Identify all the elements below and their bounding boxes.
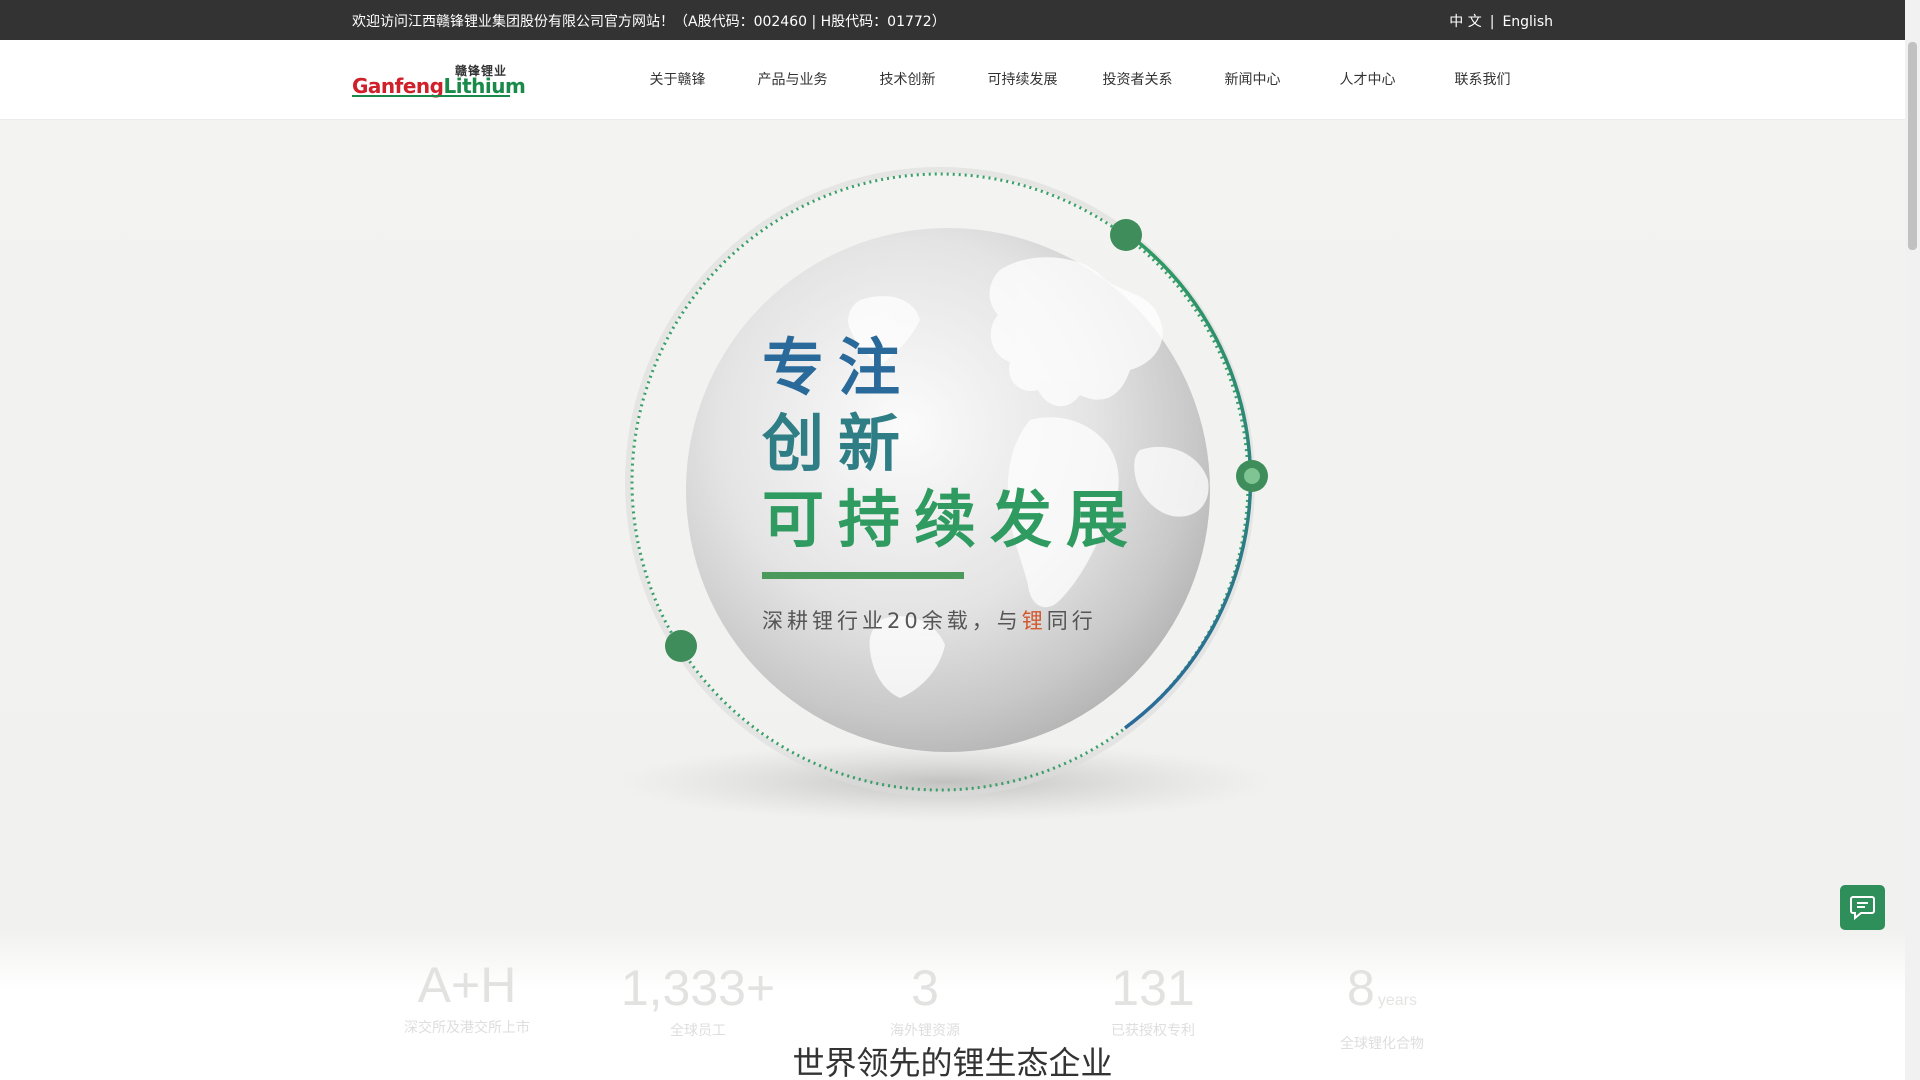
scrollbar-thumb[interactable]	[1908, 42, 1917, 250]
stat-label: 深交所及港交所上市	[404, 1020, 530, 1036]
ring-node-top	[1110, 219, 1142, 251]
nav-investors[interactable]: 投资者关系	[1080, 40, 1195, 120]
header: 赣锋锂业 GanfengLithium 关于赣锋 产品与业务 技术创新 可持续发…	[0, 40, 1905, 120]
stat-number-value: 8	[1347, 960, 1375, 1016]
stat-listing: A+H 深交所及港交所上市	[367, 955, 567, 1037]
stat-label: 全球员工	[670, 1023, 726, 1039]
slogan-line-focus: 专注	[762, 331, 915, 404]
slogan-subtitle-before: 深耕锂行业20余载，与	[762, 609, 1022, 633]
stat-number: 3	[911, 960, 939, 1016]
ganfeng-logo[interactable]: 赣锋锂业 GanfengLithium	[352, 62, 526, 98]
nav-about[interactable]: 关于赣锋	[620, 40, 735, 120]
stat-number-unit: years	[1377, 992, 1417, 1009]
stats-band: A+H 深交所及港交所上市 1,333+ 全球员工 3 海外锂资源 131 已获…	[0, 840, 1905, 1052]
globe-shadow	[615, 742, 1275, 822]
stat-number: A+H	[417, 957, 517, 1013]
nav-products[interactable]: 产品与业务	[735, 40, 850, 120]
hero-banner: 专注 创新 可持续发展 深耕锂行业20余载，与锂同行	[0, 120, 1905, 840]
page: 欢迎访问江西赣锋锂业集团股份有限公司官方网站！（A股代码：002460 | H股…	[0, 0, 1920, 1080]
ring-node-right-inner	[1244, 468, 1260, 484]
stat-label: 海外锂资源	[890, 1023, 960, 1039]
slogan-divider	[762, 572, 964, 579]
nav-technology[interactable]: 技术创新	[850, 40, 965, 120]
logo-underline	[352, 95, 510, 97]
nav-sustainability[interactable]: 可持续发展	[965, 40, 1080, 120]
main-nav: 关于赣锋 产品与业务 技术创新 可持续发展 投资者关系 新闻中心 人才中心 联系…	[620, 40, 1540, 120]
page-scrollbar[interactable]	[1905, 0, 1920, 1080]
stat-number: 8 years	[1282, 958, 1482, 1031]
nav-careers[interactable]: 人才中心	[1310, 40, 1425, 120]
welcome-text: 欢迎访问江西赣锋锂业集团股份有限公司官方网站！（A股代码：002460 | H股…	[352, 14, 946, 30]
slogan-line-sustainable: 可持续发展	[762, 483, 1143, 556]
section-title: 世界领先的锂生态企业	[792, 1044, 1113, 1080]
stat-employees: 1,333+ 全球员工	[598, 958, 798, 1040]
top-bar: 欢迎访问江西赣锋锂业集团股份有限公司官方网站！（A股代码：002460 | H股…	[0, 0, 1905, 40]
slogan-subtitle: 深耕锂行业20余载，与锂同行	[762, 605, 1142, 635]
slogan-subtitle-after: 同行	[1046, 609, 1097, 633]
language-switcher: 中 文 | English	[1449, 11, 1553, 31]
chat-bubble-icon	[1850, 896, 1875, 921]
stat-patents: 131 已获授权专利	[1053, 958, 1253, 1040]
stat-label: 已获授权专利	[1111, 1023, 1195, 1039]
stat-resources: 3 海外锂资源	[825, 958, 1025, 1040]
ring-node-left	[665, 630, 697, 662]
lang-separator: |	[1489, 14, 1495, 30]
lang-english-link[interactable]: English	[1502, 14, 1553, 30]
stat-number: 131	[1111, 960, 1195, 1016]
chat-button[interactable]	[1840, 885, 1885, 930]
slogan-line-innovation: 创新	[762, 407, 915, 480]
stat-number: 1,333+	[620, 960, 776, 1016]
hero-slogan: 专注 创新 可持续发展 深耕锂行业20余载，与锂同行	[762, 330, 1142, 635]
nav-contact[interactable]: 联系我们	[1425, 40, 1540, 120]
slogan-subtitle-highlight: 锂	[1021, 609, 1047, 633]
nav-news[interactable]: 新闻中心	[1195, 40, 1310, 120]
lang-chinese-link[interactable]: 中 文	[1449, 14, 1481, 30]
